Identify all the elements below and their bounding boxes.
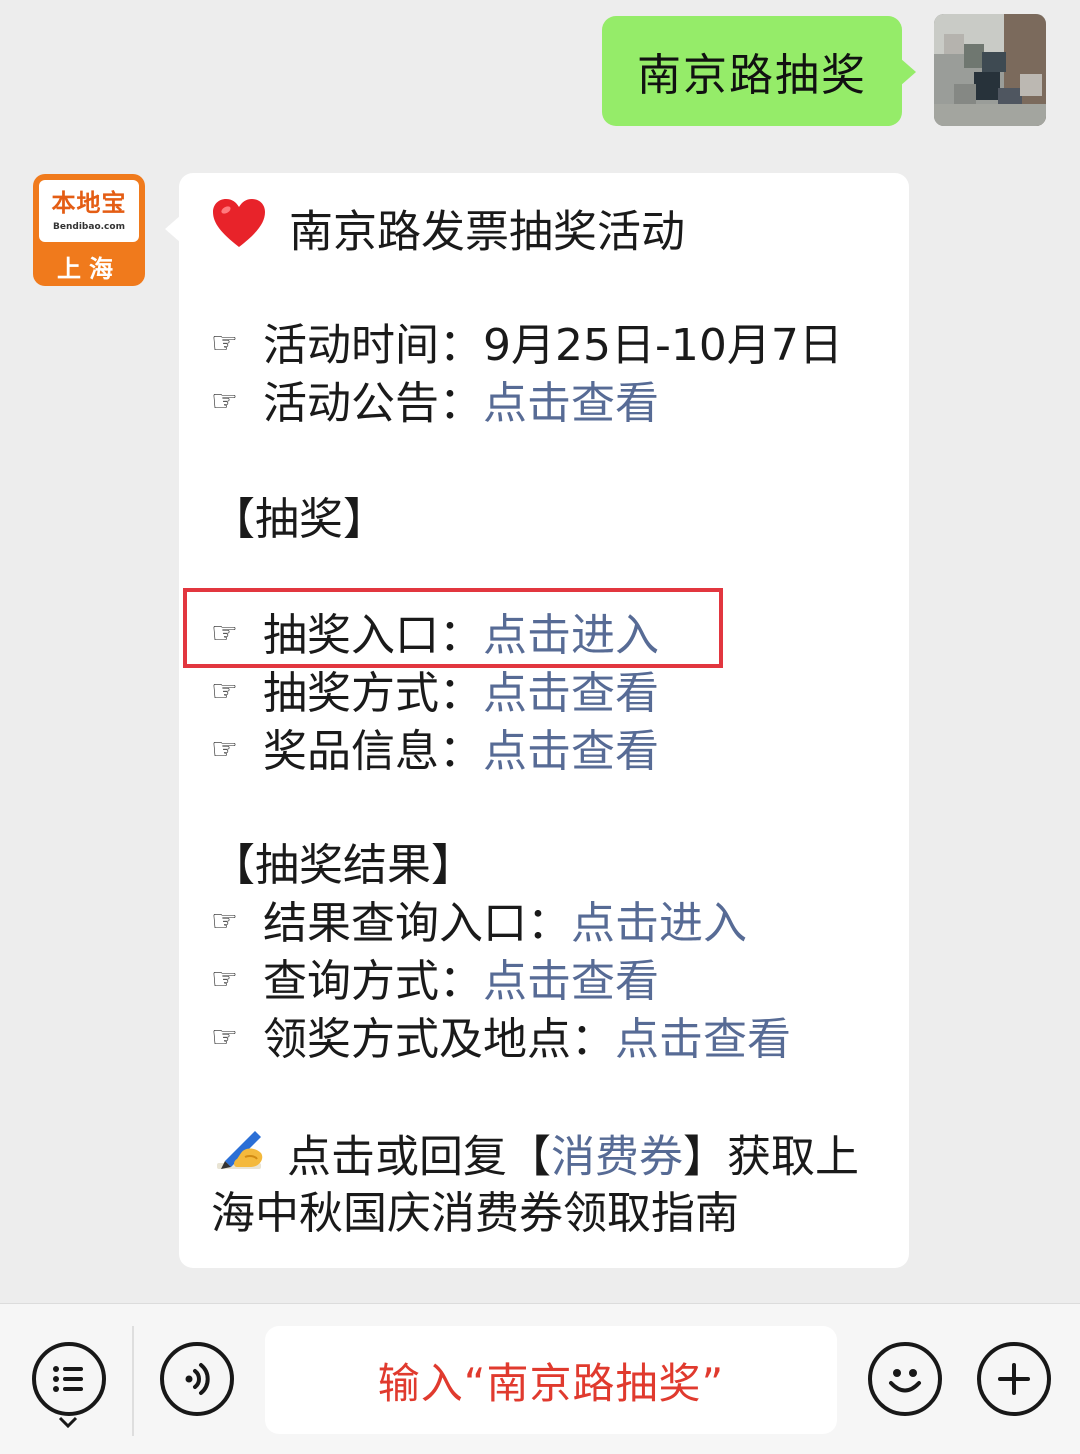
activity-notice-link[interactable]: 点击查看 [483, 378, 659, 429]
footer-line-2: 海中秋国庆消费券领取指南 [211, 1188, 739, 1239]
pointing-hand-icon: ☞ [211, 384, 238, 419]
section-result-heading: 【抽奖结果】 [211, 840, 475, 891]
pointing-hand-icon: ☞ [211, 732, 238, 767]
user-avatar-image [934, 14, 1046, 126]
message-title-row: 南京路发票抽奖活动 [211, 199, 685, 268]
draw-method-label: 抽奖方式： [263, 668, 483, 719]
voice-button[interactable] [160, 1342, 234, 1416]
brand-logo: 本地宝 Bendibao.com [39, 180, 139, 242]
menu-button[interactable] [32, 1342, 106, 1416]
message-input[interactable]: 输入“南京路抽奖” [265, 1326, 837, 1434]
draw-method-row: ☞ 抽奖方式：点击查看 [211, 665, 659, 725]
more-button[interactable] [977, 1342, 1051, 1416]
section-draw-heading: 【抽奖】 [211, 494, 387, 545]
draw-entry-highlight-box [183, 588, 723, 668]
pointing-hand-icon: ☞ [211, 962, 238, 997]
footer-text-post: 】获取上 [683, 1131, 859, 1183]
footer-text-pre: 点击或回复【 [287, 1131, 551, 1183]
pointing-hand-icon: ☞ [211, 674, 238, 709]
user-avatar[interactable] [934, 14, 1046, 126]
menu-caret-icon [58, 1416, 78, 1428]
coupon-keyword-link[interactable]: 消费券 [551, 1132, 683, 1183]
message-input-text: 输入“南京路抽奖” [377, 1358, 725, 1408]
activity-time-row: ☞ 活动时间：9月25日-10月7日 [211, 317, 843, 377]
pointing-hand-icon: ☞ [211, 1020, 238, 1055]
result-entry-row: ☞ 结果查询入口：点击进入 [211, 895, 747, 955]
result-entry-link[interactable]: 点击进入 [571, 898, 747, 949]
prize-info-label: 奖品信息： [263, 726, 483, 777]
activity-notice-row: ☞ 活动公告：点击查看 [211, 375, 659, 435]
menu-list-icon [53, 1366, 83, 1392]
draw-method-link[interactable]: 点击查看 [483, 668, 659, 719]
official-account-avatar[interactable]: 本地宝 Bendibao.com 上海 [33, 174, 145, 286]
bar-divider [132, 1326, 134, 1436]
activity-time-value: 9月25日-10月7日 [483, 320, 843, 371]
incoming-message-bubble: 南京路发票抽奖活动 ☞ 活动时间：9月25日-10月7日 ☞ 活动公告：点击查看 【… [165, 173, 909, 1268]
activity-time-label: 活动时间： [263, 320, 483, 371]
query-method-link[interactable]: 点击查看 [483, 956, 659, 1007]
chat-input-bar: 输入“南京路抽奖” [0, 1303, 1080, 1454]
voice-icon [185, 1363, 210, 1395]
heart-icon [211, 197, 289, 264]
pointing-hand-icon: ☞ [211, 904, 238, 939]
claim-method-label: 领奖方式及地点： [263, 1014, 615, 1065]
query-method-row: ☞ 查询方式：点击查看 [211, 953, 659, 1013]
prize-info-link[interactable]: 点击查看 [483, 726, 659, 777]
writing-hand-icon [211, 1123, 287, 1188]
message-title: 南京路发票抽奖活动 [289, 206, 685, 258]
claim-method-row: ☞ 领奖方式及地点：点击查看 [211, 1011, 791, 1071]
prize-info-row: ☞ 奖品信息：点击查看 [211, 723, 659, 783]
activity-notice-label: 活动公告： [263, 378, 483, 429]
pointing-hand-icon: ☞ [211, 326, 238, 361]
outgoing-message-text: 南京路抽奖 [637, 50, 867, 101]
claim-method-link[interactable]: 点击查看 [615, 1014, 791, 1065]
outgoing-message-bubble[interactable]: 南京路抽奖 [602, 16, 916, 126]
result-entry-label: 结果查询入口： [263, 898, 571, 949]
brand-city: 上海 [57, 254, 121, 283]
emoji-button[interactable] [868, 1342, 942, 1416]
footer-line-1: 点击或回复【消费券】获取上 [211, 1127, 859, 1192]
plus-icon [998, 1363, 1030, 1395]
query-method-label: 查询方式： [263, 956, 483, 1007]
brand-domain: Bendibao.com [53, 221, 125, 232]
emoji-icon [889, 1369, 921, 1393]
brand-name: 本地宝 [51, 188, 127, 217]
